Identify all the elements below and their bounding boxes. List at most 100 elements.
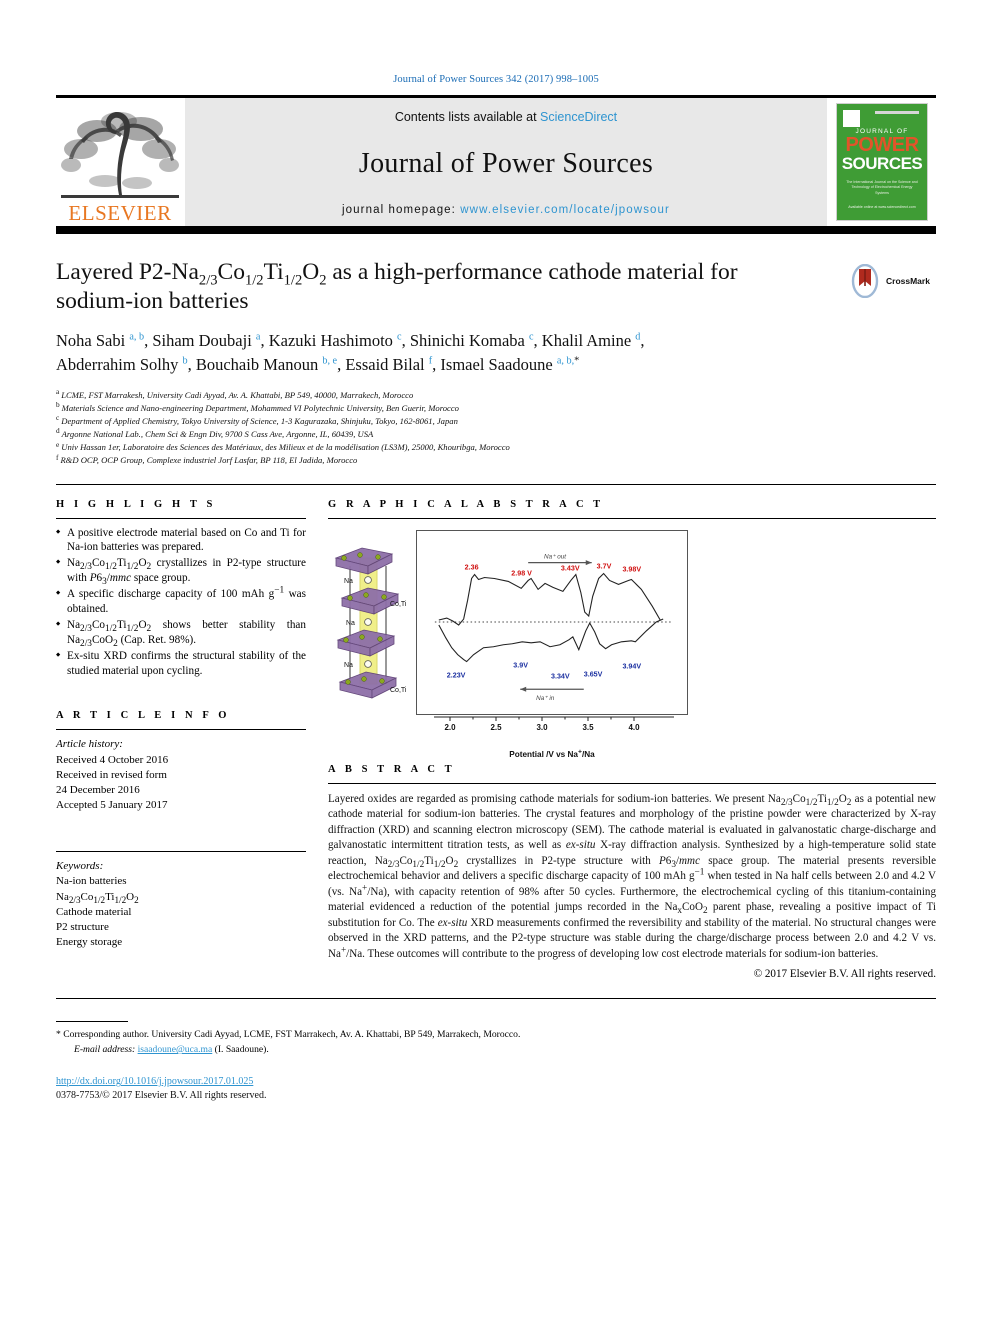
article-first-page: Journal of Power Sources 342 (2017) 998–… — [0, 0, 992, 1323]
affiliation-b: b Materials Science and Nano-engineering … — [56, 400, 459, 414]
history-accepted: Accepted 5 January 2017 — [56, 799, 168, 812]
discharge-peak-4: 3.65V — [584, 670, 603, 678]
abstract-rule — [328, 782, 936, 784]
elsevier-logo: ELSEVIER — [56, 98, 184, 226]
two-column-body: H I G H L I G H T S A positive electrode… — [56, 485, 937, 981]
highlights-heading: H I G H L I G H T S — [56, 498, 216, 510]
title-sub-1: 2/3 — [198, 272, 218, 289]
corresponding-author-note: * Corresponding author. University Cadi … — [56, 1028, 936, 1043]
graphical-abstract-heading: G R A P H I C A L A B S T R A C T — [328, 498, 604, 510]
elsevier-tree-icon — [61, 112, 179, 198]
cover-word-sources: SOURCES — [841, 154, 923, 173]
keyword-item: P2 structure — [56, 920, 109, 933]
left-column: H I G H L I G H T S A positive electrode… — [56, 499, 306, 981]
keyword-item: Na2/3Co1/2Ti1/2O2 — [56, 890, 139, 905]
journal-homepage-line: journal homepage: www.elsevier.com/locat… — [342, 204, 670, 216]
charge-peak-5: 3.98V — [622, 565, 641, 573]
discharge-peak-3: 3.34V — [551, 672, 570, 680]
crossmark-icon — [851, 264, 879, 298]
contents-available-line: Contents lists available at ScienceDirec… — [395, 110, 617, 124]
email-label: E-mail address: — [74, 1044, 136, 1056]
label-coti-2: Co,Ti — [390, 687, 407, 694]
abstract-copyright: © 2017 Elsevier B.V. All rights reserved… — [753, 968, 936, 981]
charge-peak-4: 3.7V — [597, 562, 612, 570]
label-coti-1: Co,Ti — [390, 601, 407, 608]
discharge-peak-2: 3.9V — [513, 661, 528, 669]
list-item: A specific discharge capacity of 100 mAh… — [56, 586, 306, 617]
abstract-text: Layered oxides are regarded as promising… — [328, 792, 937, 960]
xtick-4: 4.0 — [628, 723, 640, 731]
journal-cover-image: JOURNAL OF POWER SOURCES The Internation… — [836, 103, 928, 221]
discharge-peak-labels: 2.23V 3.9V 3.34V 3.65V 3.94V — [447, 661, 642, 680]
page-footer: * Corresponding author. University Cadi … — [56, 999, 936, 1101]
keyword-item: Energy storage — [56, 936, 123, 949]
label-na-3: Na — [344, 662, 353, 669]
affiliation-f: f R&D OCP, OCP Group, Complexe industriel… — [56, 452, 358, 466]
keywords-label: Keywords: — [56, 860, 104, 873]
title-part-3: Ti — [263, 259, 284, 285]
doi-link[interactable]: http://dx.doi.org/10.1016/j.jpowsour.201… — [56, 1076, 936, 1087]
sciencedirect-link[interactable]: ScienceDirect — [540, 110, 617, 124]
author-list: Noha Sabi a, b, Siham Doubaji a, Kazuki … — [56, 329, 916, 377]
masthead: ELSEVIER Contents lists available at Sci… — [56, 95, 936, 229]
crystal-structure-icon: Na Na Na Co,Ti Co,Ti — [334, 547, 407, 699]
abstract-heading: A B S T R A C T — [328, 763, 456, 775]
affiliation-c: c Department of Applied Chemistry, Tokyo … — [56, 413, 458, 427]
list-item: Na2/3Co1/2Ti1/2O2 crystallizes in P2-typ… — [56, 556, 306, 587]
xtick-1: 2.5 — [490, 723, 502, 731]
discharge-peak-5: 3.94V — [622, 662, 641, 670]
list-item: Na2/3Co1/2Ti1/2O2 shows better stability… — [56, 618, 306, 649]
discharge-curve — [438, 618, 664, 662]
title-sub-2: 1/2 — [244, 272, 264, 289]
crossmark-label: CrossMark — [886, 276, 930, 286]
title-part-2: Co — [217, 259, 245, 285]
affiliation-e: e Univ Hassan 1er, Laboratoire des Scienc… — [56, 439, 510, 453]
affiliation-f-text: R&D OCP, OCP Group, Complexe industriel … — [60, 455, 358, 466]
history-revised: Received in revised form — [56, 768, 167, 781]
affiliation-a-text: LCME, FST Marrakesh, University Cadi Ayy… — [61, 390, 414, 401]
charge-peak-2: 2.98 V — [511, 569, 532, 577]
corresponding-text: Corresponding author. University Cadi Ay… — [63, 1029, 521, 1041]
article-history: Article history: Received 4 October 2016… — [56, 737, 306, 813]
email-link[interactable]: isaadoune@uca.ma — [138, 1044, 213, 1055]
article-info-heading: A R T I C L E I N F O — [56, 710, 231, 722]
article-history-label: Article history: — [56, 738, 123, 751]
author-line-1: Noha Sabi a, b, Siham Doubaji a, Kazuki … — [56, 331, 645, 351]
email-suffix: (I. Saadoune). — [214, 1044, 269, 1056]
masthead-center: Contents lists available at ScienceDirec… — [184, 98, 828, 226]
list-item: A positive electrode material based on C… — [56, 526, 306, 556]
chart-x-axis-label: Potential /V vs Na+/Na — [509, 747, 595, 759]
affiliation-b-text: Materials Science and Nano-engineering D… — [61, 403, 459, 414]
affiliations: a LCME, FST Marrakesh, University Cadi Ay… — [56, 387, 936, 467]
affiliation-e-text: Univ Hassan 1er, Laboratoire des Science… — [61, 442, 510, 453]
history-received: Received 4 October 2016 — [56, 753, 169, 766]
keyword-item: Na-ion batteries — [56, 875, 127, 888]
discharge-peak-1: 2.23V — [447, 671, 466, 679]
crossmark-badge[interactable]: CrossMark — [848, 260, 936, 302]
label-na-2: Na — [346, 620, 355, 627]
right-column: G R A P H I C A L A B S T R A C T Na Na … — [328, 498, 937, 981]
cover-elsevier-mark-icon — [843, 110, 860, 127]
affiliation-a: a LCME, FST Marrakesh, University Cadi Ay… — [56, 387, 414, 401]
homepage-prefix: journal homepage: — [342, 204, 461, 216]
keyword-item: Cathode material — [56, 905, 132, 918]
email-note: E-mail address: isaadoune@uca.ma (I. Saa… — [56, 1043, 936, 1058]
na-out-arrow-label: Na⁺ out — [544, 553, 566, 560]
homepage-url-link[interactable]: www.elsevier.com/locate/jpowsour — [460, 204, 670, 216]
title-sub-4: 2 — [319, 272, 327, 289]
charge-peak-1: 2.36 — [465, 563, 479, 571]
highlights-list: A positive electrode material based on C… — [56, 526, 306, 679]
issn-copyright: 0378-7753/© 2017 Elsevier B.V. All right… — [56, 1090, 267, 1102]
affiliation-d: d Argonne National Lab., Chem Sci & Engn … — [56, 426, 374, 440]
author-line-2: Abderrahim Solhy b, Bouchaib Manoun b, e… — [56, 355, 580, 375]
contents-prefix: Contents lists available at — [394, 110, 541, 124]
charge-peak-3: 3.43V — [561, 564, 580, 572]
list-item: Ex-situ XRD confirms the structural stab… — [56, 649, 306, 679]
xtick-2: 3.0 — [536, 723, 548, 731]
title-sub-3: 1/2 — [283, 272, 303, 289]
cover-word-power: POWER — [845, 134, 919, 156]
elsevier-wordmark: ELSEVIER — [68, 201, 172, 225]
masthead-bottom-rule — [56, 229, 936, 234]
cover-subtitle: The International Journal on the Science… — [846, 180, 918, 195]
running-head: Journal of Power Sources 342 (2017) 998–… — [393, 74, 599, 85]
